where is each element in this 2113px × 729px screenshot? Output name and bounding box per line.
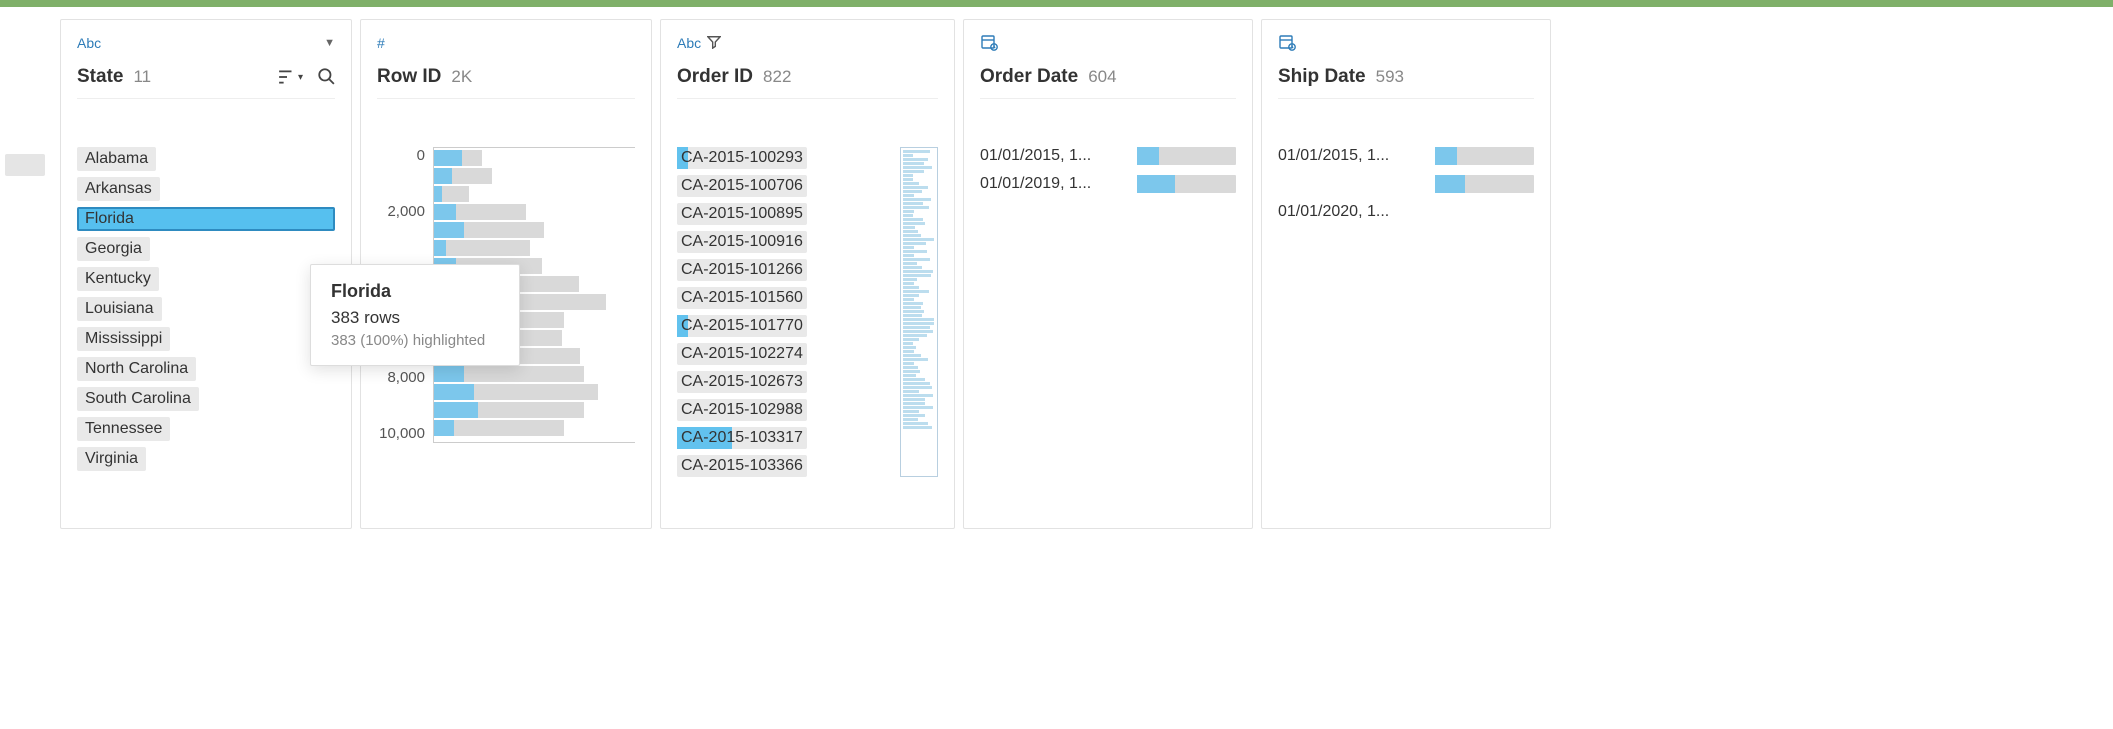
orderid-value-list: CA-2015-100293 CA-2015-100706 CA-2015-1008… [677,147,892,483]
orderid-value[interactable]: CA-2015-100916 [677,231,807,253]
state-value[interactable]: Alabama [77,147,156,171]
date-range-label: 01/01/2020, 1... [1278,203,1423,221]
orderid-value[interactable]: CA-2015-103366 [677,455,807,477]
orderdate-rows: 01/01/2015, 1... 01/01/2019, 1... [980,147,1236,193]
hist-bar[interactable] [434,222,544,238]
title-row: State 11 ▾ [77,66,335,88]
state-value[interactable]: Mississippi [77,327,170,351]
axis-tick: 0 [417,147,425,164]
field-card-shipdate: Ship Date 593 01/01/2015, 1... 01/01/2020… [1261,19,1551,529]
orderid-value[interactable]: CA-2015-103317 [677,427,807,449]
type-date-icon [980,33,998,54]
profile-canvas: Abc ▼ State 11 ▾ [0,7,2113,529]
type-number-icon: # [377,35,385,51]
state-value[interactable]: Florida [77,207,335,231]
field-count: 2K [451,67,472,87]
tooltip-highlight: 383 (100%) highlighted [331,332,499,349]
card-header: Abc ▼ State 11 ▾ [77,32,335,99]
state-value[interactable]: Georgia [77,237,150,261]
shipdate-rows: 01/01/2015, 1... 01/01/2020, 1... [1278,147,1534,221]
orderid-value[interactable]: CA-2015-101266 [677,259,807,281]
date-range-label: 01/01/2019, 1... [980,175,1125,193]
date-range-label: 01/01/2015, 1... [1278,147,1423,165]
state-value[interactable]: Arkansas [77,177,160,201]
date-range-label: 01/01/2015, 1... [980,147,1125,165]
orderid-value[interactable]: CA-2015-100706 [677,175,807,197]
orderid-value[interactable]: CA-2015-101770 [677,315,807,337]
tooltip-row-count: 383 rows [331,308,499,328]
orderid-value[interactable]: CA-2015-102988 [677,399,807,421]
state-value[interactable]: Tennessee [77,417,170,441]
state-value[interactable]: Virginia [77,447,146,471]
field-count: 11 [133,67,151,87]
state-value[interactable]: Louisiana [77,297,162,321]
hist-bar[interactable] [434,420,564,436]
field-title: Order ID [677,66,753,88]
hist-bar[interactable] [434,240,530,256]
hist-bar[interactable] [434,150,482,166]
orderid-value[interactable]: CA-2015-100895 [677,203,807,225]
field-card-orderid: Abc Order ID 822 CA-2015-100293CA-2015-1… [660,19,955,529]
type-row: Abc ▼ [77,32,335,54]
field-title: Order Date [980,66,1078,88]
orderid-minimap[interactable] [900,147,938,477]
date-range-row[interactable]: 01/01/2015, 1... [980,147,1236,165]
tooltip-title: Florida [331,281,499,302]
type-abc-icon: Abc [77,35,101,51]
field-title: Ship Date [1278,66,1366,88]
hist-bar[interactable] [434,402,584,418]
window-top-accent [0,0,2113,7]
state-value[interactable]: South Carolina [77,387,199,411]
field-title: State [77,66,123,88]
axis-tick: 2,000 [387,203,425,220]
state-value[interactable]: North Carolina [77,357,196,381]
state-value[interactable]: Kentucky [77,267,159,291]
field-card-state: Abc ▼ State 11 ▾ [60,19,352,529]
type-abc-icon: Abc [677,35,701,51]
collapsed-card-stub[interactable] [5,154,45,176]
state-value-list: Alabama Arkansas Florida Georgia Kentucky Lou… [77,147,335,477]
field-count: 593 [1376,67,1404,87]
hist-bar[interactable] [434,168,492,184]
orderid-value[interactable]: CA-2015-102274 [677,343,807,365]
orderid-value[interactable]: CA-2015-102673 [677,371,807,393]
type-date-icon [1278,33,1296,54]
orderid-value[interactable]: CA-2015-100293 [677,147,807,169]
search-icon[interactable] [317,67,335,88]
hist-bar[interactable] [434,384,598,400]
field-card-orderdate: Order Date 604 01/01/2015, 1...01/01/201… [963,19,1253,529]
axis-tick: 8,000 [387,369,425,386]
axis-tick: 10,000 [379,425,425,442]
type-dropdown-caret[interactable]: ▼ [324,37,335,49]
hover-tooltip: Florida 383 rows 383 (100%) highlighted [310,264,520,366]
date-range-row[interactable] [1278,175,1534,193]
hist-bar[interactable] [434,366,584,382]
hist-bar[interactable] [434,186,469,202]
date-range-row[interactable]: 01/01/2015, 1... [1278,147,1534,165]
date-range-row[interactable]: 01/01/2019, 1... [980,175,1236,193]
orderid-value[interactable]: CA-2015-101560 [677,287,807,309]
field-count: 604 [1088,67,1116,87]
field-title: Row ID [377,66,441,88]
sort-icon[interactable]: ▾ [278,68,303,86]
filter-icon[interactable] [707,35,721,52]
hist-bar[interactable] [434,204,526,220]
date-range-row[interactable]: 01/01/2020, 1... [1278,203,1534,221]
left-gutter [0,19,60,529]
field-count: 822 [763,67,791,87]
